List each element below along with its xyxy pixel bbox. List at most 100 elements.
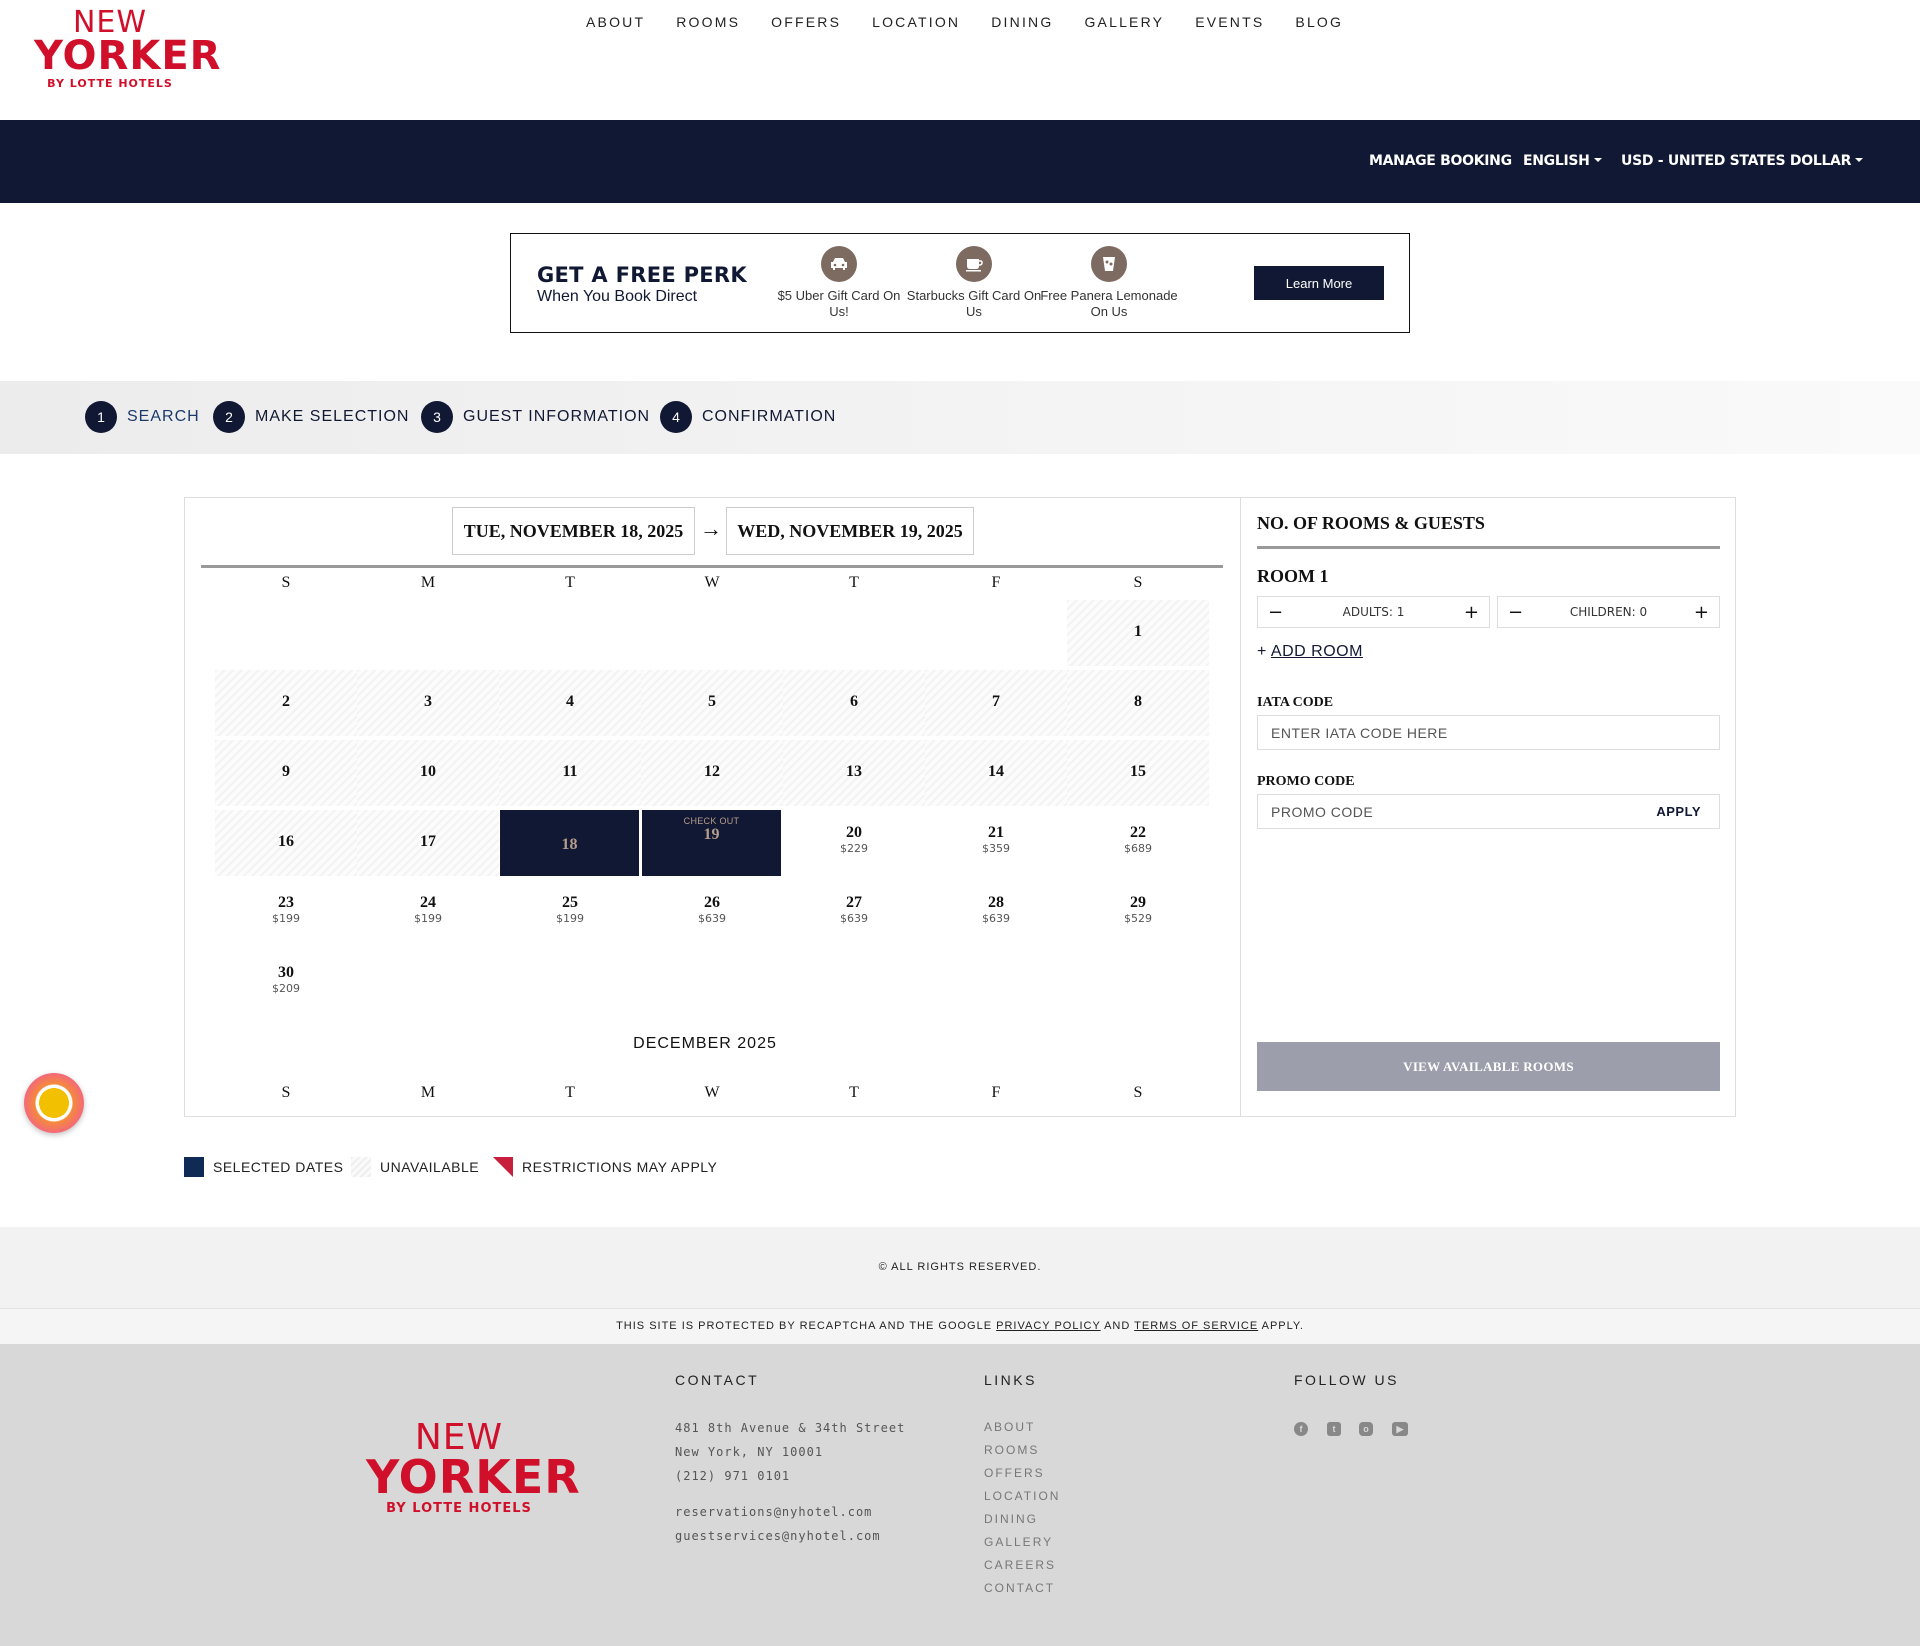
calendar-day: 2: [215, 670, 357, 736]
footer-brand-logo[interactable]: NEW YORKER BY LOTTE HOTELS: [366, 1420, 581, 1516]
footer-link-rooms[interactable]: ROOMS: [984, 1443, 1039, 1457]
youtube-icon[interactable]: ▶: [1392, 1422, 1408, 1436]
calendar-day: 9: [215, 740, 357, 806]
plus-icon[interactable]: +: [1464, 602, 1479, 623]
perk-title: GET A FREE PERK: [537, 263, 747, 287]
calendar-day[interactable]: 29 $529: [1067, 880, 1209, 946]
add-room-button[interactable]: + ADD ROOM: [1257, 643, 1363, 661]
language-dropdown[interactable]: ENGLISH: [1523, 153, 1602, 169]
calendar-day[interactable]: 23 $199: [215, 880, 357, 946]
calendar-day[interactable]: 22 $689: [1067, 810, 1209, 876]
twitter-icon[interactable]: t: [1327, 1422, 1341, 1436]
privacy-policy-link[interactable]: PRIVACY POLICY: [996, 1320, 1100, 1332]
day-number: 25: [562, 894, 578, 911]
weekday-header: M: [420, 574, 436, 591]
day-number: 17: [420, 833, 436, 850]
facebook-icon[interactable]: f: [1294, 1422, 1308, 1436]
instagram-icon[interactable]: o: [1359, 1422, 1373, 1436]
footer-link-dining[interactable]: DINING: [984, 1512, 1038, 1526]
weekday-header: S: [1133, 574, 1143, 591]
footer-link-offers[interactable]: OFFERS: [984, 1466, 1045, 1480]
calendar-day[interactable]: 20 $229: [783, 810, 925, 876]
caret-down-icon: [1855, 158, 1864, 162]
step-make-selection[interactable]: 2 MAKE SELECTION: [213, 401, 409, 433]
nav-dining[interactable]: DINING: [991, 14, 1053, 30]
iata-input[interactable]: ENTER IATA CODE HERE: [1257, 715, 1720, 750]
recaptcha-text: THIS SITE IS PROTECTED BY RECAPTCHA AND …: [616, 1320, 993, 1332]
nav-about[interactable]: ABOUT: [586, 14, 645, 30]
weekday-header: W: [704, 574, 720, 591]
nav-location[interactable]: LOCATION: [872, 14, 960, 30]
calendar-day: 12: [641, 740, 783, 806]
step-search[interactable]: 1 SEARCH: [85, 401, 200, 433]
calendar-day[interactable]: CHECK OUT 19: [642, 810, 781, 876]
follow-heading: FOLLOW US: [1294, 1372, 1399, 1388]
day-number: 26: [704, 894, 720, 911]
calendar-day: 16: [215, 810, 357, 876]
terms-of-service-link[interactable]: TERMS OF SERVICE: [1134, 1320, 1258, 1332]
learn-more-button[interactable]: Learn More: [1254, 266, 1384, 300]
calendar-day[interactable]: 25 $199: [499, 880, 641, 946]
calendar-day[interactable]: 18: [500, 810, 639, 876]
apply-promo-button[interactable]: APPLY: [1656, 804, 1701, 819]
nav-gallery[interactable]: GALLERY: [1084, 14, 1164, 30]
day-number: 16: [278, 833, 294, 850]
calendar-day: 6: [783, 670, 925, 736]
calendar-day[interactable]: 28 $639: [925, 880, 1067, 946]
step-number: 2: [213, 401, 245, 433]
nav-blog[interactable]: BLOG: [1295, 14, 1343, 30]
logo-line-yorker: YORKER: [366, 1450, 581, 1504]
nav-offers[interactable]: OFFERS: [771, 14, 841, 30]
plus-icon[interactable]: +: [1694, 602, 1709, 623]
step-guest-information[interactable]: 3 GUEST INFORMATION: [421, 401, 650, 433]
promo-input[interactable]: PROMO CODE APPLY: [1257, 794, 1720, 829]
calendar-day[interactable]: 27 $639: [783, 880, 925, 946]
calendar-day[interactable]: 26 $639: [641, 880, 783, 946]
checkin-date[interactable]: TUE, NOVEMBER 18, 2025: [452, 507, 695, 555]
booking-steps: 1 SEARCH 2 MAKE SELECTION 3 GUEST INFORM…: [0, 381, 1920, 454]
view-available-rooms-button[interactable]: VIEW AVAILABLE ROOMS: [1257, 1042, 1720, 1091]
minus-icon[interactable]: −: [1508, 602, 1523, 623]
contact-email-reservations[interactable]: reservations@nyhotel.com: [675, 1505, 872, 1519]
contact-email-guestservices[interactable]: guestservices@nyhotel.com: [675, 1529, 881, 1543]
day-price: $639: [840, 912, 868, 925]
day-number: 15: [1130, 763, 1146, 780]
footer-link-gallery[interactable]: GALLERY: [984, 1535, 1053, 1549]
day-price: $229: [840, 842, 868, 855]
adults-stepper: − ADULTS: 1 +: [1257, 596, 1490, 628]
day-number: 21: [988, 824, 1004, 841]
footer-link-contact[interactable]: CONTACT: [984, 1581, 1055, 1595]
perk-panera-text: Free Panera Lemonade On Us: [1040, 288, 1178, 319]
minus-icon[interactable]: −: [1268, 602, 1283, 623]
footer-link-careers[interactable]: CAREERS: [984, 1558, 1056, 1572]
weekday-header: T: [565, 574, 575, 591]
perk-uber: $5 Uber Gift Card On Us!: [769, 246, 909, 320]
footer-main: NEW YORKER BY LOTTE HOTELS CONTACT 481 8…: [0, 1344, 1920, 1646]
children-stepper: − CHILDREN: 0 +: [1497, 596, 1720, 628]
day-price: $199: [556, 912, 584, 925]
manage-booking-link[interactable]: MANAGE BOOKING: [1369, 153, 1512, 169]
nav-events[interactable]: EVENTS: [1195, 14, 1264, 30]
brand-logo[interactable]: NEW YORKER BY LOTTE HOTELS: [34, 8, 220, 90]
day-price: $209: [272, 982, 300, 995]
contact-phone[interactable]: (212) 971 0101: [675, 1469, 790, 1483]
calendar-day[interactable]: 21 $359: [925, 810, 1067, 876]
footer-link-location[interactable]: LOCATION: [984, 1489, 1060, 1503]
checkout-date[interactable]: WED, NOVEMBER 19, 2025: [726, 507, 974, 555]
weekday-header: M: [420, 1084, 436, 1101]
accessibility-widget-icon[interactable]: [24, 1073, 84, 1133]
step-label: MAKE SELECTION: [255, 408, 410, 425]
step-confirmation[interactable]: 4 CONFIRMATION: [660, 401, 836, 433]
nav-rooms[interactable]: ROOMS: [676, 14, 740, 30]
recaptcha-and: AND: [1104, 1320, 1131, 1332]
perk-banner: GET A FREE PERK When You Book Direct $5 …: [510, 233, 1410, 333]
calendar-day[interactable]: 30 $209: [215, 950, 357, 1016]
footer-link-about[interactable]: ABOUT: [984, 1420, 1035, 1434]
currency-dropdown[interactable]: USD - UNITED STATES DOLLAR: [1621, 153, 1864, 169]
calendar-day[interactable]: 24 $199: [357, 880, 499, 946]
step-number: 3: [421, 401, 453, 433]
rooms-guests-divider: [1257, 546, 1720, 549]
step-label: GUEST INFORMATION: [463, 408, 651, 425]
day-number: 6: [850, 693, 858, 710]
legend-selected: SELECTED DATES: [184, 1157, 343, 1177]
